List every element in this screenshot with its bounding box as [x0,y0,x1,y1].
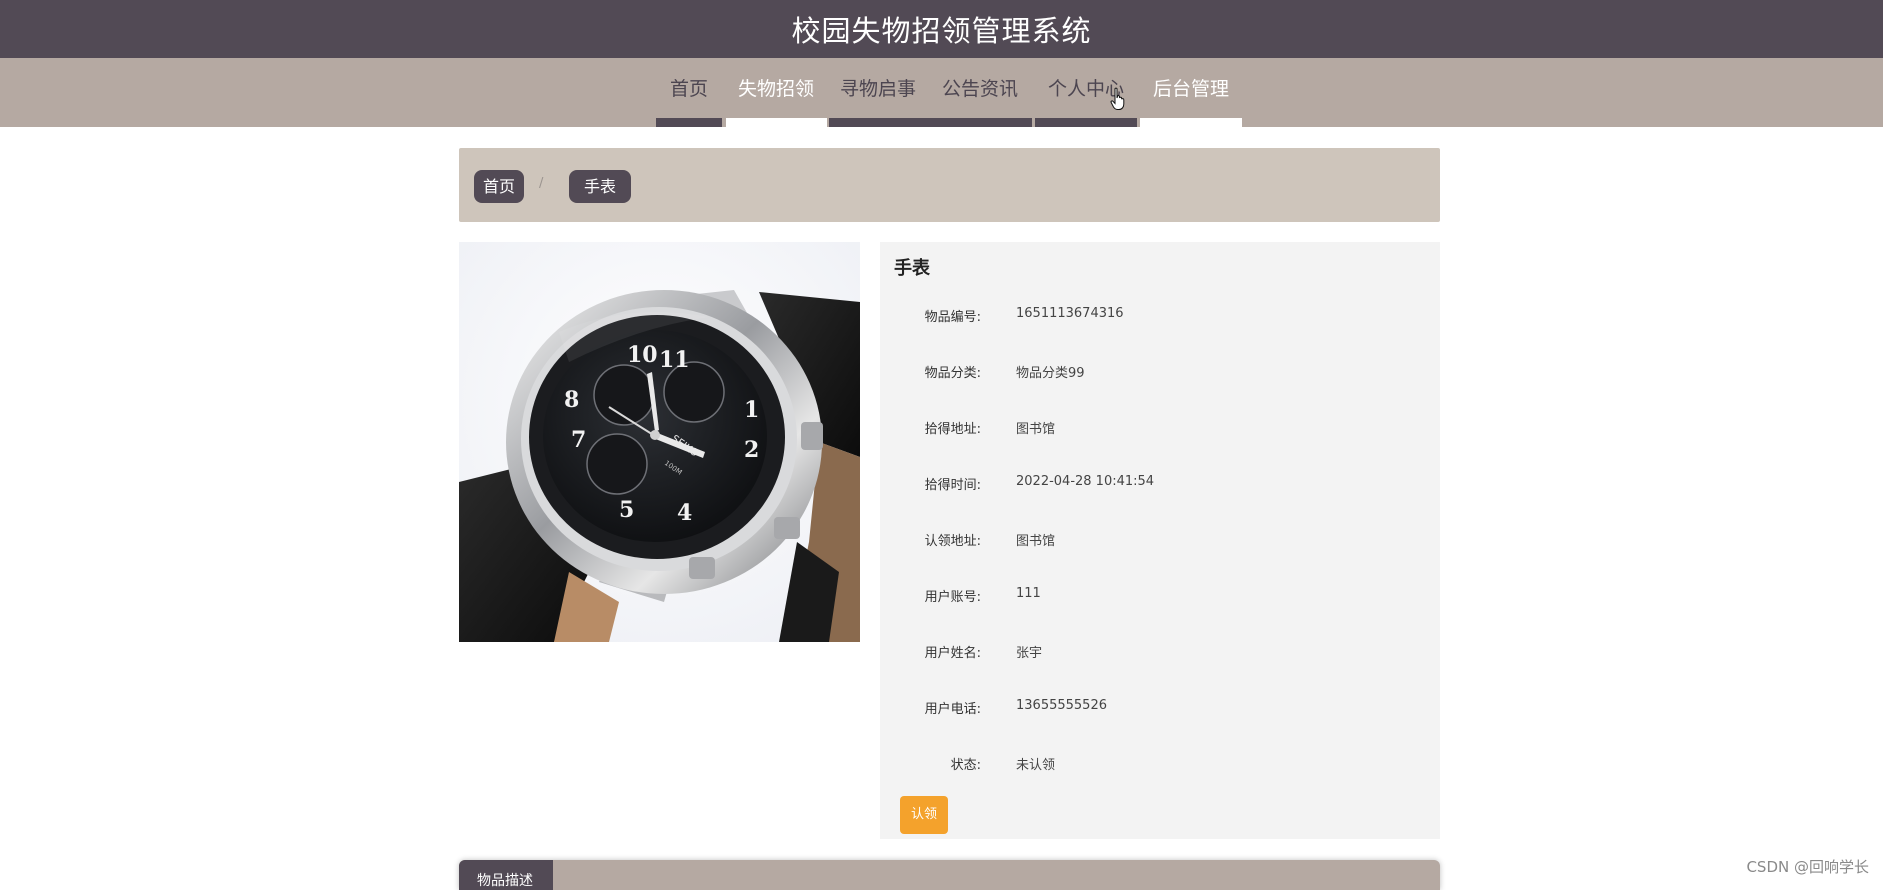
nav-lost-items-notice[interactable]: 寻物启事 [834,74,922,110]
field-label: 认领地址: [924,534,981,549]
nav-underline-personal [1035,118,1137,127]
field-label: 用户电话: [924,702,981,717]
field-item-number: 物品编号: 1651113674316 [880,306,1440,326]
field-label: 用户账号: [924,590,981,605]
svg-text:10: 10 [627,342,658,368]
field-label: 物品分类: [924,366,981,381]
tab-item-description[interactable]: 物品描述 [459,860,553,890]
nav-underline-notice [829,118,1032,127]
field-found-location: 拾得地址: 图书馆 [880,418,1440,438]
nav-lost-and-found[interactable]: 失物招领 [732,74,820,110]
field-value: 1651113674316 [1016,306,1124,321]
nav-announcements[interactable]: 公告资讯 [936,74,1024,110]
item-image: 10 11 8 7 5 4 1 2 SEIKO 100M [459,242,860,642]
field-label: 拾得地址: [924,422,981,437]
field-user-name: 用户姓名: 张宇 [880,642,1440,662]
svg-text:4: 4 [677,500,692,526]
field-value: 张宇 [1016,646,1043,661]
description-tab-bar: 物品描述 [459,860,1440,890]
breadcrumb-home[interactable]: 首页 [474,170,525,203]
nav-underline-admin [1140,118,1242,127]
nav-underline-home [656,118,722,127]
main-nav: 首页 失物招领 寻物启事 公告资讯 个人中心 后台管理 [0,58,1883,127]
item-detail-panel: 手表 物品编号: 1651113674316 物品分类: 物品分类99 拾得地址… [880,242,1440,839]
field-label: 物品编号: [924,310,981,325]
breadcrumb-current[interactable]: 手表 [569,170,632,203]
nav-home[interactable]: 首页 [660,74,718,110]
field-found-time: 拾得时间: 2022-04-28 10:41:54 [880,474,1440,494]
svg-text:8: 8 [564,387,579,413]
field-label: 用户姓名: [924,646,981,661]
field-user-account: 用户账号: 111 [880,586,1440,606]
site-title: 校园失物招领管理系统 [791,14,1092,48]
field-category: 物品分类: 物品分类99 [880,362,1440,382]
hand-cursor-icon [1110,87,1125,110]
site-header: 校园失物招领管理系统 [0,0,1883,58]
field-value: 13655555526 [1016,698,1107,713]
field-user-phone: 用户电话: 13655555526 [880,698,1440,718]
field-value: 2022-04-28 10:41:54 [1016,474,1155,489]
field-value: 111 [1016,586,1041,601]
svg-text:7: 7 [571,427,586,453]
field-claim-location: 认领地址: 图书馆 [880,530,1440,550]
svg-text:5: 5 [619,497,634,523]
field-value: 图书馆 [1016,534,1056,549]
nav-underline-lost-and-found [726,118,827,127]
watermark: CSDN @回响学长 [1746,858,1869,876]
field-value: 图书馆 [1016,422,1056,437]
svg-text:1: 1 [744,397,759,423]
field-label: 拾得时间: [924,478,981,493]
svg-text:2: 2 [744,437,759,463]
item-title: 手表 [894,258,930,279]
nav-admin[interactable]: 后台管理 [1146,74,1236,110]
breadcrumb-separator: / [539,176,544,191]
field-label: 状态: [950,758,981,773]
status-value: 未认领 [1016,758,1056,773]
svg-text:11: 11 [659,347,690,373]
breadcrumb: 首页 / 手表 [459,148,1440,222]
field-value: 物品分类99 [1016,366,1085,381]
claim-button[interactable]: 认领 [900,796,948,834]
field-status: 状态: 未认领 [880,754,1440,774]
wristwatch-photo-icon: 10 11 8 7 5 4 1 2 SEIKO 100M [459,242,860,642]
